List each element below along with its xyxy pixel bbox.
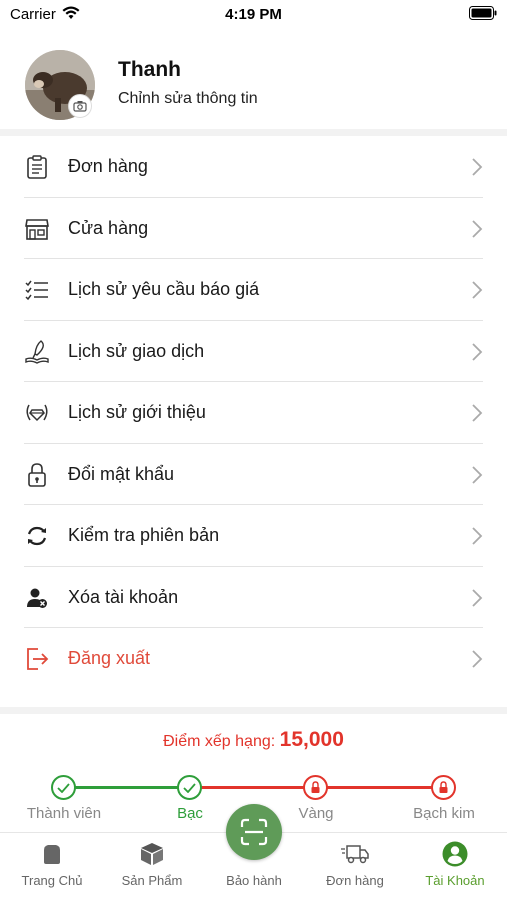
tab-orders[interactable]: Đơn hàng bbox=[305, 833, 405, 900]
menu-item-change-password[interactable]: Đổi mật khẩu bbox=[0, 444, 507, 505]
section-divider bbox=[0, 129, 507, 136]
menu-item-logout[interactable]: Đăng xuất bbox=[0, 628, 507, 690]
tab-label: Đơn hàng bbox=[326, 873, 384, 888]
tab-products[interactable]: Sản Phẩm bbox=[102, 833, 202, 900]
checklist-icon bbox=[24, 277, 50, 303]
lock-icon bbox=[431, 775, 456, 800]
tab-label: Trang Chủ bbox=[21, 873, 83, 888]
chevron-right-icon bbox=[472, 342, 483, 361]
tab-label: Sản Phẩm bbox=[121, 873, 183, 888]
menu-item-referral-history[interactable]: Lịch sử giới thiệu bbox=[0, 382, 507, 444]
clipboard-icon bbox=[24, 154, 50, 180]
chevron-right-icon bbox=[472, 281, 483, 299]
menu-item-label: Đơn hàng bbox=[68, 156, 148, 176]
store-icon bbox=[24, 216, 50, 242]
chevron-right-icon bbox=[472, 650, 483, 668]
camera-icon[interactable] bbox=[68, 94, 92, 118]
account-menu: Đơn hàng Cửa hàng Lịch sử yêu cầu báo gi… bbox=[0, 136, 507, 690]
laurel-diamond-icon bbox=[24, 400, 50, 426]
tier-label-platinum: Bạch kim bbox=[413, 805, 475, 822]
lock-icon bbox=[24, 462, 50, 488]
edit-profile-link[interactable]: Chỉnh sửa thông tin bbox=[118, 90, 258, 108]
menu-item-label: Lịch sử giới thiệu bbox=[68, 402, 206, 422]
logout-icon bbox=[24, 646, 50, 672]
menu-item-store[interactable]: Cửa hàng bbox=[0, 198, 507, 259]
tab-home[interactable]: Trang Chủ bbox=[2, 833, 102, 900]
rank-value: 15,000 bbox=[279, 728, 344, 751]
menu-item-orders[interactable]: Đơn hàng bbox=[0, 136, 507, 198]
menu-item-label: Kiểm tra phiên bản bbox=[68, 525, 220, 545]
lock-icon bbox=[303, 775, 328, 800]
menu-item-label: Lịch sử yêu cầu báo giá bbox=[68, 279, 260, 299]
box-icon bbox=[102, 841, 202, 867]
menu-item-check-version[interactable]: Kiểm tra phiên bản bbox=[0, 505, 507, 567]
status-bar: Carrier 4:19 PM bbox=[0, 0, 507, 30]
scan-icon bbox=[240, 818, 268, 846]
tier-label-member: Thành viên bbox=[26, 805, 102, 822]
section-divider bbox=[0, 707, 507, 714]
home-icon bbox=[2, 841, 102, 867]
clock: 4:19 PM bbox=[225, 6, 282, 23]
scan-button[interactable] bbox=[226, 804, 282, 860]
menu-item-label: Xóa tài khoản bbox=[68, 586, 179, 607]
tab-label: Tài Khoản bbox=[425, 873, 485, 888]
chevron-right-icon bbox=[472, 404, 483, 422]
progress-line-completed bbox=[64, 786, 190, 789]
refresh-icon bbox=[24, 523, 50, 549]
profile-header[interactable]: Thanh Chỉnh sửa thông tin bbox=[0, 48, 507, 128]
profile-name: Thanh bbox=[118, 58, 181, 81]
tab-account[interactable]: Tài Khoản bbox=[405, 833, 505, 900]
check-icon bbox=[51, 775, 76, 800]
tab-label: Bảo hành bbox=[226, 873, 282, 888]
menu-item-quote-history[interactable]: Lịch sử yêu cầu báo giá bbox=[0, 259, 507, 321]
chevron-right-icon bbox=[472, 527, 483, 545]
account-icon bbox=[405, 841, 505, 867]
delivery-truck-icon bbox=[305, 841, 405, 867]
menu-item-transaction-history[interactable]: Lịch sử giao dịch bbox=[0, 321, 507, 382]
menu-item-label: Cửa hàng bbox=[68, 217, 149, 238]
check-icon bbox=[177, 775, 202, 800]
menu-item-label: Đổi mật khẩu bbox=[68, 463, 175, 484]
chevron-right-icon bbox=[472, 465, 483, 484]
quill-book-icon bbox=[24, 339, 50, 365]
menu-item-label: Lịch sử giao dịch bbox=[68, 340, 205, 361]
rank-points: Điểm xếp hạng: 15,000 bbox=[0, 728, 507, 752]
chevron-right-icon bbox=[472, 219, 483, 238]
menu-item-delete-account[interactable]: Xóa tài khoản bbox=[0, 567, 507, 628]
chevron-right-icon bbox=[472, 588, 483, 607]
rank-label: Điểm xếp hạng: bbox=[163, 733, 276, 750]
chevron-right-icon bbox=[472, 158, 483, 176]
battery-icon bbox=[469, 6, 497, 25]
menu-item-label: Đăng xuất bbox=[68, 648, 151, 668]
delete-user-icon bbox=[24, 585, 50, 611]
